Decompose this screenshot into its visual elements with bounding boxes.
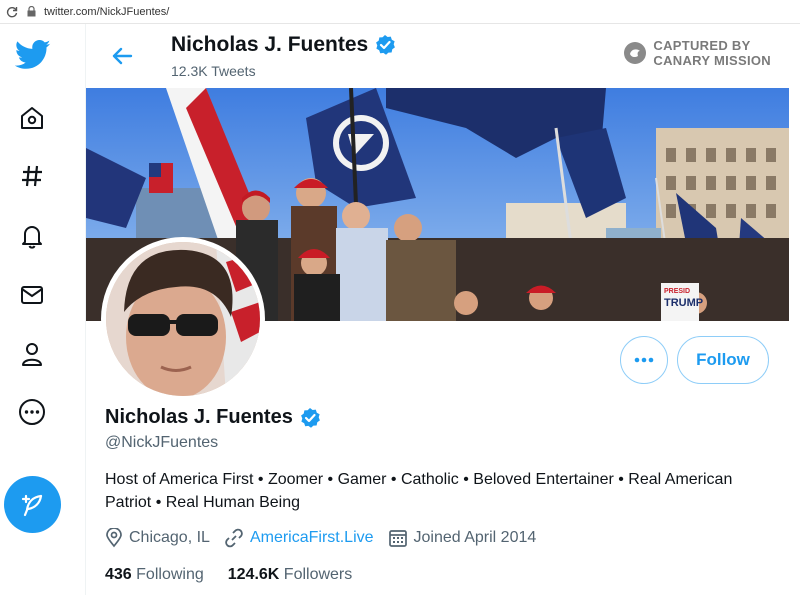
notifications-bell-icon[interactable] [16,220,48,252]
followers-count: 124.6K [227,566,280,583]
sign-text: TRUMP [664,297,703,309]
profile-person-icon[interactable] [16,338,48,370]
profile-avatar[interactable] [101,237,265,401]
url-text[interactable]: twitter.com/NickJFuentes/ [44,6,169,18]
messages-envelope-icon[interactable] [16,279,48,311]
location-item: Chicago, IL [105,528,210,548]
follow-button[interactable]: Follow [677,336,769,384]
more-actions-button[interactable] [620,336,668,384]
explore-hashtag-icon[interactable] [16,160,48,192]
followers-stat[interactable]: 124.6K Followers [228,566,353,584]
more-options-icon[interactable] [16,396,48,428]
website-link[interactable]: AmericaFirst.Live [250,529,374,547]
left-sidebar [0,24,68,595]
browser-address-bar: twitter.com/NickJFuentes/ [0,0,800,24]
twitter-logo-icon[interactable] [14,38,52,72]
avatar-photo [106,242,260,396]
compose-feather-icon [21,494,42,516]
location-pin-icon [106,528,122,548]
header-title: Nicholas J. Fuentes [171,33,396,57]
joined-text: Joined April 2014 [413,529,537,546]
following-count: 436 [105,566,132,583]
followers-label: Followers [283,566,353,583]
ellipsis-icon [634,357,654,363]
profile-name-row: Nicholas J. Fuentes [105,406,321,429]
reload-icon[interactable] [0,0,24,24]
following-stat[interactable]: 436 Following [105,566,204,584]
verified-badge-icon [376,35,396,55]
following-label: Following [136,566,204,583]
lock-icon [24,5,38,19]
verified-badge-icon [300,407,320,428]
profile-handle: @NickJFuentes [105,434,219,451]
profile-header-bar: Nicholas J. Fuentes 12.3K Tweets CAPTURE… [86,24,789,88]
profile-bio: Host of America First • Zoomer • Gamer •… [105,471,733,511]
canary-text: CAPTURED BY CANARY MISSION [653,38,771,68]
profile-stats: 436 Following 124.6K Followers [105,566,376,584]
profile-name: Nicholas J. Fuentes [105,406,293,428]
location-text: Chicago, IL [129,529,210,546]
compose-tweet-button[interactable] [4,476,61,533]
profile-column: Nicholas J. Fuentes 12.3K Tweets CAPTURE… [85,24,789,595]
home-icon[interactable] [16,102,48,134]
canary-logo-icon [624,42,647,64]
profile-meta: Chicago, IL AmericaFirst.Live Joined Apr… [105,528,550,548]
joined-item: Joined April 2014 [388,528,537,548]
sign-small-text: PRESID [664,288,690,295]
header-name: Nicholas J. Fuentes [171,33,369,56]
website-item[interactable]: AmericaFirst.Live [224,528,374,548]
link-icon [225,528,243,548]
calendar-icon [388,530,407,547]
tweets-count: 12.3K Tweets [171,63,256,79]
canary-watermark: CAPTURED BY CANARY MISSION [623,38,771,68]
back-arrow-icon[interactable] [108,42,136,70]
